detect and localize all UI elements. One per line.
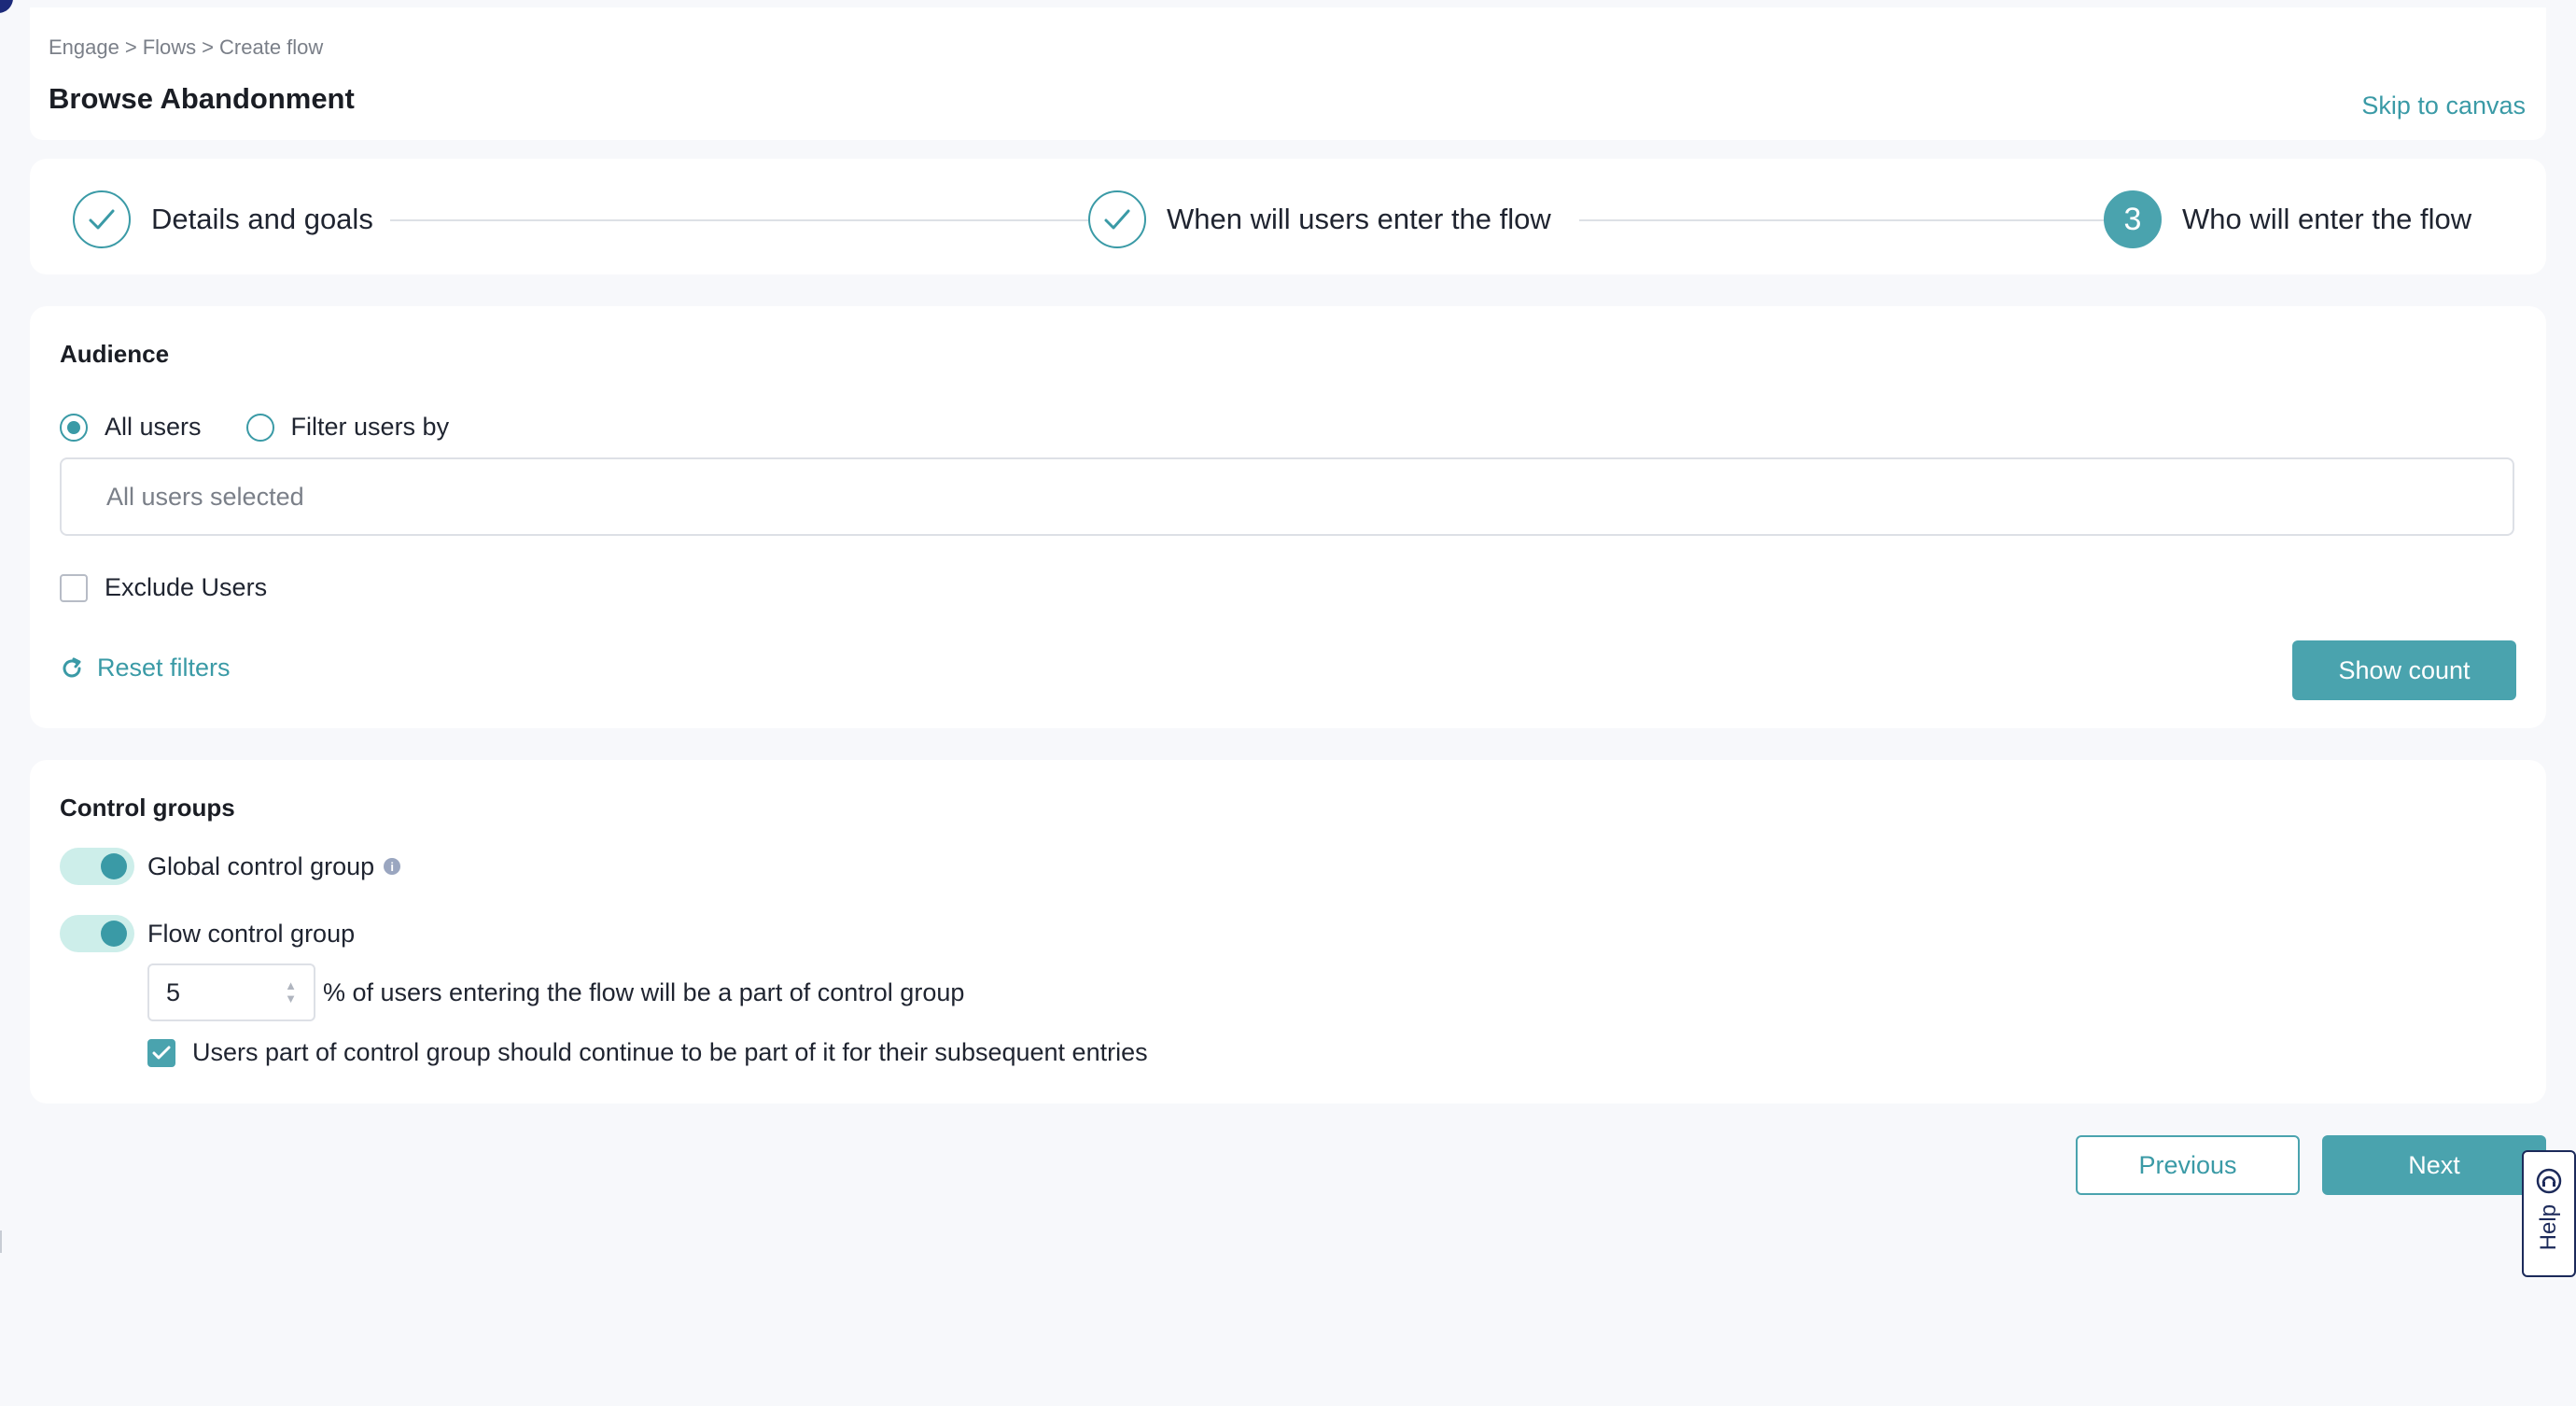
audience-section: Audience All users Filter users by All u… <box>30 306 2546 728</box>
step-connector <box>1579 219 2115 221</box>
info-icon[interactable]: i <box>384 858 401 875</box>
help-label[interactable]: Help <box>2536 1204 2562 1250</box>
global-control-group-label: Global control group <box>147 851 375 880</box>
breadcrumb-separator: > <box>202 35 215 59</box>
stepper-arrows-icon[interactable]: ▲ ▼ <box>285 979 297 1005</box>
filter-users-label[interactable]: Filter users by <box>291 413 450 442</box>
step-number-badge: 3 <box>2104 190 2162 248</box>
show-count-button[interactable]: Show count <box>2292 640 2516 700</box>
control-percentage-text: % of users entering the flow will be a p… <box>323 977 965 1006</box>
reset-filters-label[interactable]: Reset filters <box>97 654 231 682</box>
audience-title: Audience <box>60 340 170 368</box>
check-icon <box>152 1046 171 1059</box>
breadcrumb-create-flow: Create flow <box>219 35 324 59</box>
audience-selection-field: All users selected <box>60 457 2514 536</box>
check-icon <box>73 190 131 248</box>
help-tab[interactable]: Help <box>2522 1150 2576 1277</box>
step-details-and-goals[interactable]: Details and goals <box>73 190 373 248</box>
refresh-icon <box>63 657 81 677</box>
broken-image-icon <box>0 1230 11 1253</box>
previous-button[interactable]: Previous <box>2076 1135 2300 1195</box>
flow-control-group-label: Flow control group <box>147 919 356 948</box>
exclude-users-row[interactable]: Exclude Users <box>60 573 267 602</box>
step-label: Who will enter the flow <box>2182 203 2472 235</box>
skip-to-canvas-link[interactable]: Skip to canvas <box>2361 91 2526 120</box>
exclude-users-checkbox[interactable] <box>60 573 88 602</box>
control-groups-section: Control groups Global control group i Fl… <box>30 760 2546 1104</box>
page-header: Engage > Flows > Create flow Browse Abandonm… <box>30 7 2546 140</box>
all-users-radio[interactable] <box>60 413 88 442</box>
subsequent-entries-row[interactable]: Users part of control group should conti… <box>147 1038 1148 1067</box>
control-groups-title: Control groups <box>60 794 235 822</box>
step-who-will-enter[interactable]: 3 Who will enter the flow <box>2104 190 2471 248</box>
breadcrumb-flows[interactable]: Flows <box>143 35 196 60</box>
subsequent-entries-label[interactable]: Users part of control group should conti… <box>192 1038 1148 1067</box>
flow-control-group-row: Flow control group <box>60 915 355 952</box>
global-control-group-row: Global control group i <box>60 848 401 885</box>
control-percentage-input[interactable]: 5 ▲ ▼ <box>147 963 315 1021</box>
filter-users-radio[interactable] <box>245 413 274 442</box>
breadcrumb: Engage > Flows > Create flow <box>49 35 323 60</box>
flow-stepper: Details and goals When will users enter … <box>30 159 2546 274</box>
step-label: When will users enter the flow <box>1167 203 1551 235</box>
corner-avatar <box>0 0 13 13</box>
help-headset-icon <box>2536 1168 2562 1194</box>
step-label: Details and goals <box>151 203 373 235</box>
step-connector <box>390 219 1107 221</box>
exclude-users-label[interactable]: Exclude Users <box>105 573 267 602</box>
page-title: Browse Abandonment <box>49 82 355 115</box>
breadcrumb-engage[interactable]: Engage <box>49 35 119 60</box>
subsequent-entries-checkbox[interactable] <box>147 1038 175 1067</box>
breadcrumb-separator: > <box>124 35 137 59</box>
control-percentage-value[interactable]: 5 <box>166 978 180 1007</box>
audience-radio-group: All users Filter users by <box>60 413 494 442</box>
global-control-group-toggle[interactable] <box>60 848 134 885</box>
reset-filters-button[interactable]: Reset filters <box>60 654 231 682</box>
flow-control-group-toggle[interactable] <box>60 915 134 952</box>
check-icon <box>1088 190 1146 248</box>
step-when-will-users-enter[interactable]: When will users enter the flow <box>1088 190 1551 248</box>
all-users-label[interactable]: All users <box>105 413 202 442</box>
next-button[interactable]: Next <box>2322 1135 2546 1195</box>
control-percentage-row: 5 ▲ ▼ % of users entering the flow will b… <box>147 963 964 1021</box>
